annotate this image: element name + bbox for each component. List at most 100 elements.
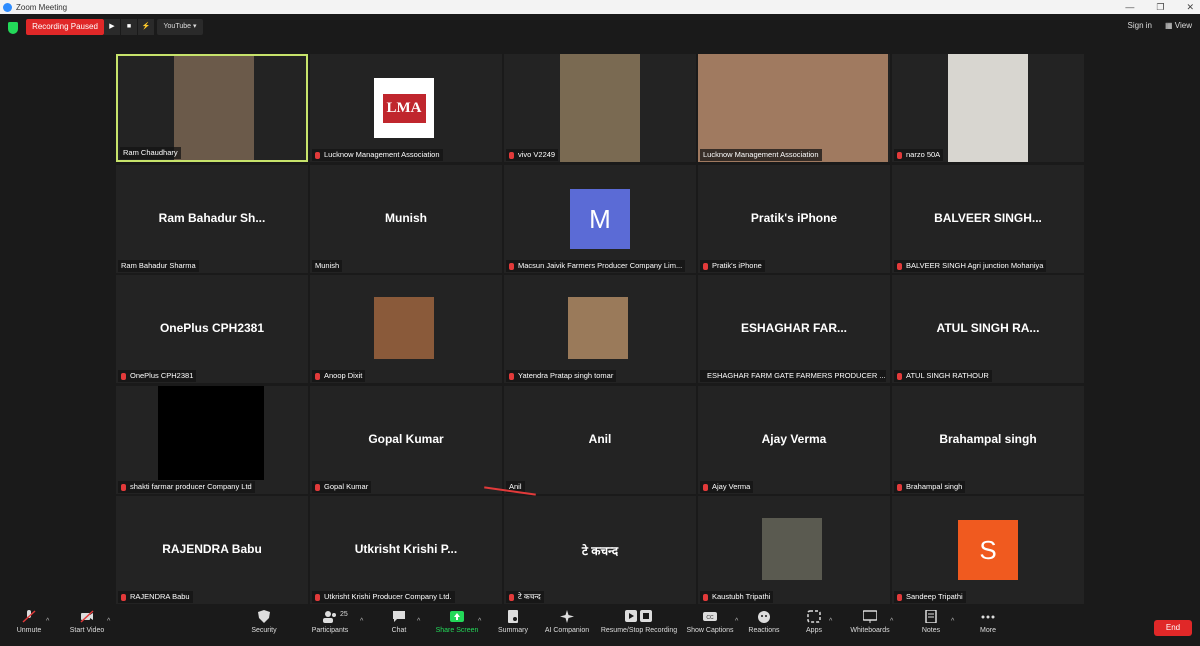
participants-icon [323,611,336,623]
more-icon [981,615,995,619]
show-captions-button[interactable]: CC Show Captions [679,610,741,634]
participant-name: Utkrisht Krishi Producer Company Ltd. [324,592,452,601]
participant-name: Kaustubh Tripathi [712,592,771,601]
participant-tile[interactable]: Gopal Kumar Gopal Kumar [310,386,502,494]
participant-name: Brahampal singh [906,482,963,491]
apps-caret[interactable]: ^ [829,618,832,625]
video-options-caret[interactable]: ^ [107,618,110,625]
participant-name-label: Anoop Dixit [312,370,366,382]
apps-button[interactable]: Apps [783,610,845,634]
profile-photo [762,518,822,580]
participant-video [174,56,254,160]
ai-companion-button[interactable]: AI Companion [536,610,598,634]
participant-tile[interactable]: RAJENDRA Babu RAJENDRA Babu [116,496,308,604]
participant-tile[interactable]: vivo V2249 [504,54,696,162]
muted-mic-icon [315,483,320,491]
window-title: Zoom Meeting [16,2,68,12]
participant-name: Ajay Verma [712,482,751,491]
chat-button[interactable]: Chat [368,610,430,634]
participant-name: Macsun Jaivik Farmers Producer Company L… [518,261,683,270]
close-icon[interactable]: ✕ [1186,2,1194,13]
participant-display-name: Munish [385,211,427,225]
view-label: View [1174,21,1192,30]
participant-tile[interactable]: LMA Lucknow Management Association [310,54,502,162]
sign-in-link[interactable]: Sign in [1128,21,1152,30]
participant-name-label: Macsun Jaivik Farmers Producer Company L… [506,260,686,272]
participant-video [158,386,264,480]
chat-caret[interactable]: ^ [417,618,420,625]
participant-tile[interactable]: Ram Bahadur Sh... Ram Bahadur Sharma [116,165,308,273]
participant-name-label: Sandeep Tripathi [894,591,966,603]
reactions-label: Reactions [748,627,780,634]
participant-name-label: Lucknow Management Association [312,149,443,161]
participant-display-name: OnePlus CPH2381 [159,321,265,335]
muted-mic-icon [315,151,320,159]
end-meeting-button[interactable]: End [1154,620,1192,636]
participant-tile[interactable]: Munish Munish [310,165,502,273]
whiteboards-caret[interactable]: ^ [890,618,893,625]
share-caret[interactable]: ^ [478,618,481,625]
participant-tile[interactable]: Brahampal singh Brahampal singh [892,386,1084,494]
muted-mic-icon [897,593,902,601]
participant-tile[interactable]: OnePlus CPH2381 OnePlus CPH2381 [116,275,308,383]
participants-caret[interactable]: ^ [360,618,363,625]
captions-icon: CC [703,612,717,621]
resume-recording-icon[interactable]: ▶ [104,19,120,35]
youtube-stream-dropdown[interactable]: YouTube ▾ [157,19,203,35]
reactions-icon [758,611,770,623]
gallery-grid: Ram Chaudhary LMA Lucknow Management Assoc… [116,54,1084,606]
participant-tile[interactable]: Lucknow Management Association [698,54,890,162]
recording-status-badge[interactable]: Recording Paused [26,19,104,35]
muted-mic-icon [703,483,708,491]
participant-name-label: Ram Chaudhary [120,147,181,159]
notes-caret[interactable]: ^ [951,618,954,625]
stop-recording-icon[interactable]: ■ [121,19,137,35]
participant-tile[interactable]: Yatendra Pratap singh tomar [504,275,696,383]
show-captions-label: Show Captions [686,627,734,634]
participant-name: Munish [315,261,340,270]
participant-tile[interactable]: BALVEER SINGH... BALVEER SINGH Agri junct… [892,165,1084,273]
participant-tile[interactable]: Utkrisht Krishi P... Utkrisht Krishi Prod… [310,496,502,604]
resume-stop-recording-button[interactable]: Resume/Stop Recording [594,610,684,634]
maximize-icon[interactable]: ❐ [1156,2,1164,13]
participant-tile[interactable]: Kaustubh Tripathi [698,496,890,604]
participant-tile[interactable]: M Macsun Jaivik Farmers Producer Company … [504,165,696,273]
apps-label: Apps [806,627,822,634]
participant-name-label: ATUL SINGH RATHOUR [894,370,992,382]
audio-options-caret[interactable]: ^ [46,618,49,625]
participant-name: Ram Bahadur Sharma [121,261,196,270]
unmute-button[interactable]: Unmute [0,610,60,634]
participant-name-label: Pratik's iPhone [700,260,765,272]
share-screen-label: Share Screen [435,627,479,634]
participant-tile[interactable]: टे कचन्द टे कचन्द [504,496,696,604]
participant-tile[interactable]: Ajay Verma Ajay Verma [698,386,890,494]
participant-tile[interactable]: shakti farmar producer Company Ltd [116,386,308,494]
profile-photo [568,297,628,359]
participant-tile[interactable]: Anoop Dixit [310,275,502,383]
participant-count-badge: 25 [340,611,348,618]
participant-tile[interactable]: narzo 50A [892,54,1084,162]
participant-tile[interactable]: ESHAGHAR FAR... ESHAGHAR FARM GATE FARMER… [698,275,890,383]
participant-tile[interactable]: Ram Chaudhary [116,54,308,162]
security-button[interactable]: Security [233,610,295,634]
minimize-icon[interactable]: — [1125,2,1134,12]
participant-tile[interactable]: Pratik's iPhone Pratik's iPhone [698,165,890,273]
more-button[interactable]: More [957,610,1019,634]
organization-logo: LMA [374,78,434,138]
participant-name-label: Ram Bahadur Sharma [118,260,199,272]
view-button[interactable]: ▦ View [1165,21,1192,30]
participant-name: ESHAGHAR FARM GATE FARMERS PRODUCER ... [707,371,886,380]
security-shield-icon[interactable] [8,22,18,34]
summary-button[interactable]: Summary [482,610,544,634]
play-stop-icon [625,610,652,622]
participants-button[interactable]: Participants [299,610,361,634]
notes-label: Notes [921,627,941,634]
svg-text:CC: CC [706,615,714,621]
participant-tile[interactable]: Anil Anil [504,386,696,494]
chat-label: Chat [391,627,407,634]
live-stream-icon[interactable]: ⚡ [138,19,154,35]
participant-name-label: narzo 50A [894,149,944,161]
participant-tile[interactable]: ATUL SINGH RA... ATUL SINGH RATHOUR [892,275,1084,383]
participant-name: Gopal Kumar [324,482,369,491]
participant-tile[interactable]: S Sandeep Tripathi [892,496,1084,604]
